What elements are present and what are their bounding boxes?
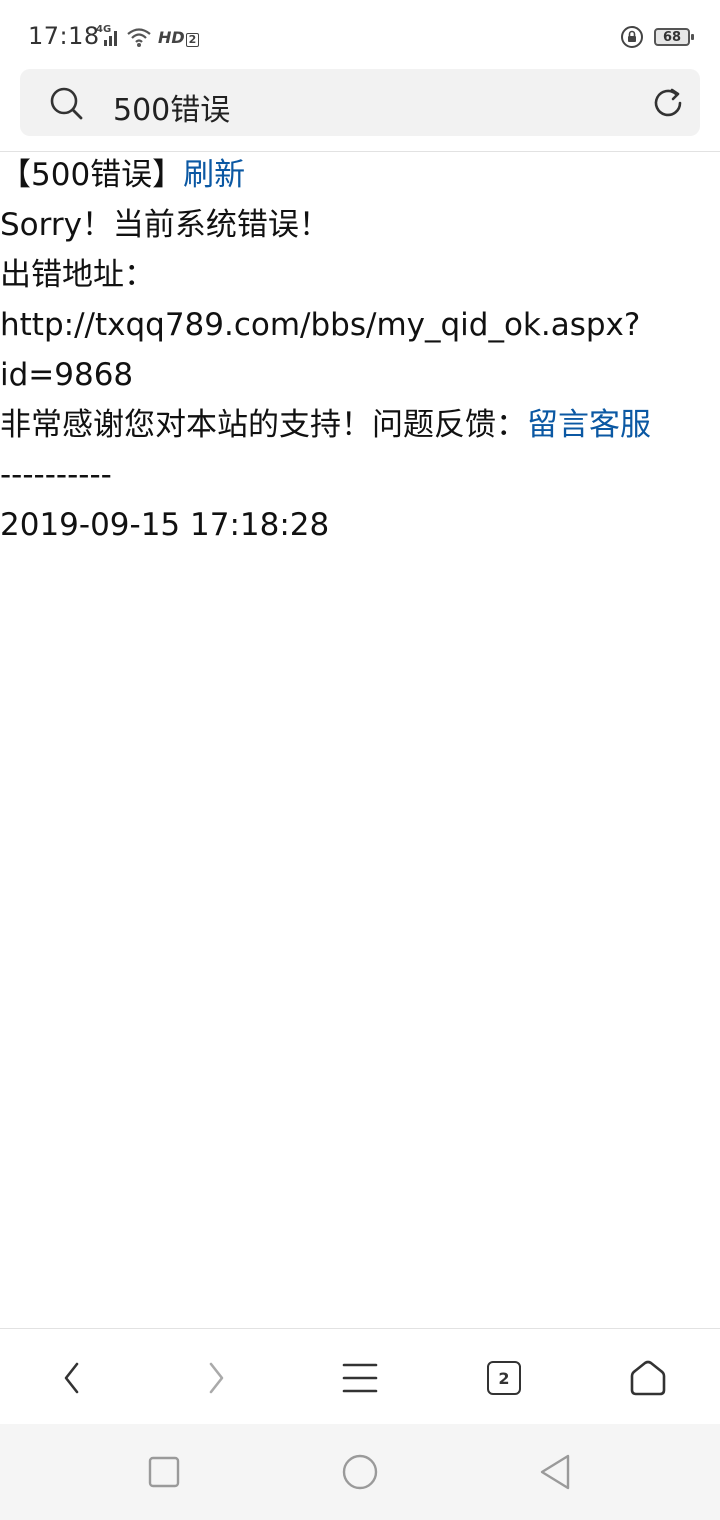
menu-icon xyxy=(342,1363,378,1393)
tab-count: 2 xyxy=(498,1368,510,1388)
hd-label: HD xyxy=(158,27,185,47)
refresh-link[interactable]: 刷新 xyxy=(183,157,245,193)
home-circle-icon[interactable] xyxy=(340,1452,380,1492)
tabs-icon: 2 xyxy=(487,1361,521,1395)
status-icons-left: 4G HD 2 xyxy=(96,24,200,50)
battery-icon: 68 xyxy=(654,28,694,46)
browser-toolbar: 2 xyxy=(0,1328,720,1424)
back-triangle-icon[interactable] xyxy=(536,1452,576,1492)
battery-level: 68 xyxy=(662,29,682,45)
search-icon xyxy=(50,87,83,120)
error-title-line: 【500错误】刷新 xyxy=(0,150,720,200)
hd-sub-label: 2 xyxy=(185,32,200,47)
address-bar-query[interactable]: 500错误 xyxy=(113,85,230,129)
chevron-right-icon xyxy=(209,1362,224,1394)
wifi-icon xyxy=(127,28,151,47)
error-address-label: 出错地址： xyxy=(0,257,155,293)
status-bar: 17:18 4G HD 2 68 xyxy=(0,0,720,70)
status-time: 17:18 xyxy=(28,22,100,50)
feedback-link[interactable]: 留言客服 xyxy=(527,407,651,443)
error-url-line-2: id=9868 xyxy=(0,357,134,393)
cellular-signal-icon: 4G xyxy=(96,24,120,48)
browser-screen: 17:18 4G HD 2 68 500错误 【500错误】刷新 Sorry！当… xyxy=(0,0,720,1520)
divider-text: ---------- xyxy=(0,457,112,493)
recents-square-icon[interactable] xyxy=(144,1452,184,1492)
chevron-left-icon xyxy=(64,1362,79,1394)
address-bar[interactable]: 500错误 xyxy=(20,69,700,136)
rotation-lock-icon xyxy=(621,26,643,48)
error-url-line-1: http://txqq789.com/bbs/my_qid_ok.aspx? xyxy=(0,307,641,343)
system-nav-bar xyxy=(0,1424,720,1520)
thanks-text: 非常感谢您对本站的支持！问题反馈： xyxy=(0,407,527,443)
menu-button[interactable] xyxy=(336,1354,384,1402)
page-content: 【500错误】刷新 Sorry！当前系统错误！ 出错地址： http://txq… xyxy=(0,150,720,550)
home-button[interactable] xyxy=(624,1354,672,1402)
reload-icon[interactable] xyxy=(650,85,686,121)
error-title: 【500错误】 xyxy=(0,157,184,193)
home-icon xyxy=(630,1360,666,1396)
hd-voice-icon: HD 2 xyxy=(158,27,200,47)
forward-button[interactable] xyxy=(192,1354,240,1402)
sorry-message: Sorry！当前系统错误！ xyxy=(0,207,330,243)
back-button[interactable] xyxy=(48,1354,96,1402)
status-icons-right: 68 xyxy=(620,24,694,50)
tabs-button[interactable]: 2 xyxy=(480,1354,528,1402)
timestamp: 2019-09-15 17:18:28 xyxy=(0,507,330,543)
thanks-line: 非常感谢您对本站的支持！问题反馈：留言客服 xyxy=(0,400,720,450)
